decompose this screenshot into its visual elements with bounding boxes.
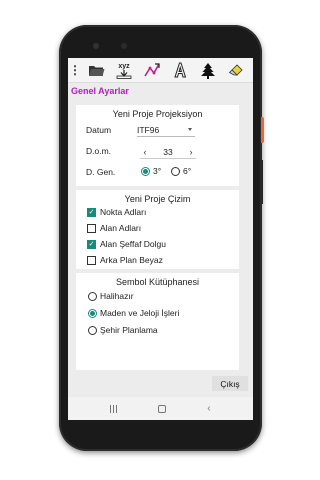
checkbox-unchecked-icon[interactable]	[87, 223, 96, 233]
checkbox-alan-seffaf-dolgu[interactable]: ✓ Alan Şeffaf Dolgu	[87, 239, 166, 249]
radio-selected-icon[interactable]	[88, 308, 97, 318]
app-screen: ⋮ xyz Genel Ayarlar Yeni Proje Projeksiy…	[68, 58, 253, 420]
android-nav-bar: ‹	[68, 397, 253, 420]
xyz-import-icon[interactable]: xyz	[110, 58, 138, 83]
dgen-option-3[interactable]: 3°	[141, 166, 161, 176]
overflow-menu-icon[interactable]: ⋮	[68, 58, 82, 83]
tree-symbol-icon[interactable]	[194, 58, 222, 83]
text-a-icon[interactable]	[166, 58, 194, 83]
checkbox-unchecked-icon[interactable]	[87, 255, 96, 265]
dgen-option-6[interactable]: 6°	[171, 166, 191, 176]
front-camera	[93, 43, 99, 49]
proximity-sensor	[121, 43, 127, 49]
radio-halihazir[interactable]: Halihazır	[88, 291, 134, 301]
dgen-row: D. Gen.	[86, 167, 115, 177]
dom-stepper[interactable]: ‹ 33 ›	[140, 145, 196, 159]
power-button	[261, 117, 264, 143]
checkbox-checked-icon[interactable]: ✓	[87, 239, 96, 249]
checkbox-nokta-adlari[interactable]: ✓ Nokta Adları	[87, 207, 146, 217]
radio-sehir-planlama[interactable]: Şehir Planlama	[88, 325, 158, 335]
datum-value: ITF96	[137, 124, 160, 135]
radio-unselected-icon[interactable]	[88, 325, 97, 335]
volume-button	[261, 160, 263, 204]
dgen-option-label: 3°	[153, 166, 162, 176]
dom-value: 33	[163, 146, 173, 157]
home-icon[interactable]	[158, 404, 167, 413]
checkbox-label: Alan Adları	[100, 223, 142, 233]
page-title-bar: Genel Ayarlar	[68, 83, 253, 99]
recent-apps-icon[interactable]	[110, 404, 118, 413]
checkbox-alan-adlari[interactable]: Alan Adları	[87, 223, 141, 233]
chevron-right-icon[interactable]: ›	[186, 147, 196, 157]
dgen-option-label: 6°	[183, 166, 192, 176]
eraser-icon[interactable]	[222, 58, 250, 83]
radio-label: Maden ve Jeloji İşleri	[100, 308, 180, 318]
radio-label: Halihazır	[100, 291, 134, 301]
chevron-left-icon[interactable]: ‹	[140, 147, 150, 157]
xyz-text: xyz	[118, 63, 130, 70]
back-icon[interactable]: ‹	[207, 403, 210, 414]
symbol-library-panel: Sembol Kütüphanesi Halihazır Maden ve Je…	[76, 273, 239, 370]
radio-unselected-icon[interactable]	[88, 291, 97, 301]
checkbox-arka-plan-beyaz[interactable]: Arka Plan Beyaz	[87, 255, 163, 265]
checkbox-label: Arka Plan Beyaz	[100, 255, 163, 265]
checkbox-checked-icon[interactable]: ✓	[87, 207, 96, 217]
dgen-label: D. Gen.	[86, 167, 116, 177]
line-draw-icon[interactable]	[138, 58, 166, 83]
chevron-down-icon	[188, 128, 192, 131]
checkbox-label: Alan Şeffaf Dolgu	[100, 239, 166, 249]
page-title: Genel Ayarlar	[71, 86, 129, 96]
radio-maden-ve-jeloji[interactable]: Maden ve Jeloji İşleri	[88, 308, 179, 318]
radio-unselected-icon[interactable]	[171, 166, 180, 176]
drawing-title: Yeni Proje Çizim	[124, 194, 191, 204]
datum-row: Datum	[86, 125, 111, 135]
folder-open-icon[interactable]	[82, 58, 110, 83]
exit-button[interactable]: Çıkış	[212, 376, 248, 391]
toolbar: ⋮ xyz	[68, 58, 253, 83]
projection-panel: Yeni Proje Projeksiyon Datum ITF96 D.o.m…	[76, 105, 239, 186]
radio-selected-icon[interactable]	[141, 166, 150, 176]
symbol-library-title: Sembol Kütüphanesi	[115, 277, 200, 287]
checkbox-label: Nokta Adları	[100, 207, 147, 217]
projection-title: Yeni Proje Projeksiyon	[112, 109, 203, 119]
drawing-panel: Yeni Proje Çizim ✓ Nokta Adları Alan Adl…	[76, 190, 239, 269]
datum-select[interactable]: ITF96	[137, 123, 195, 137]
dom-label: D.o.m.	[86, 146, 112, 156]
dom-row: D.o.m.	[86, 146, 111, 156]
radio-label: Şehir Planlama	[100, 325, 158, 335]
datum-label: Datum	[86, 125, 112, 135]
